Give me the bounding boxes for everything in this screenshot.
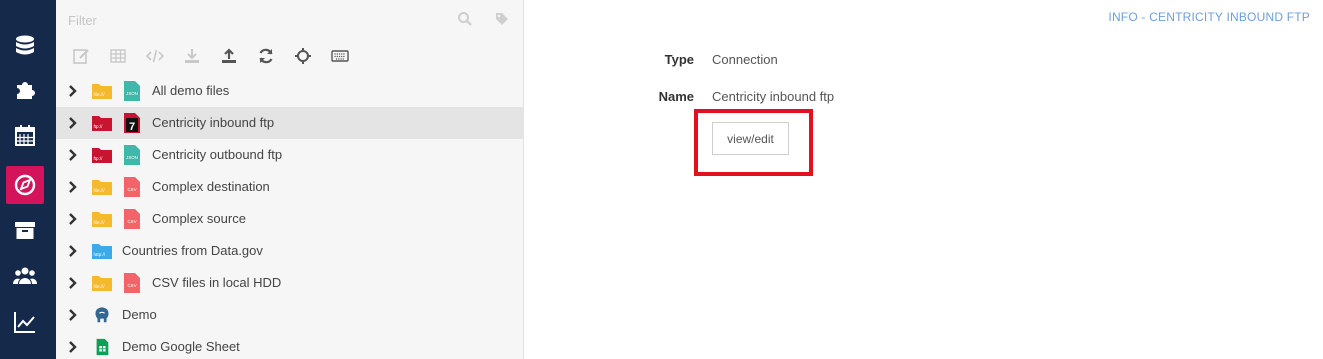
- nav-calendar[interactable]: [6, 116, 44, 154]
- svg-text:file:///: file:///: [94, 188, 106, 193]
- tree-row-label: Centricity outbound ftp: [152, 147, 283, 162]
- connections-panel: file:/// JSON All demo files ftp:// 7 Centric…: [56, 0, 524, 359]
- folder-file-icon: file:///: [92, 180, 112, 195]
- chart-line-icon: [14, 312, 35, 333]
- hl7-file-icon: 7: [124, 113, 140, 133]
- tree-row-label: Complex destination: [152, 179, 270, 194]
- tree-row[interactable]: file:/// JSON All demo files: [56, 75, 524, 107]
- tree-row[interactable]: ftp:// 7 Centricity inbound ftp: [56, 107, 524, 139]
- chevron-right-icon[interactable]: [66, 84, 80, 98]
- svg-text:file:///: file:///: [94, 220, 106, 225]
- tree-row[interactable]: ftp:// JSON Centricity outbound ftp: [56, 139, 524, 171]
- svg-text:CSV: CSV: [127, 283, 136, 288]
- edit-button[interactable]: [70, 45, 92, 67]
- tree-row-label: Demo: [122, 307, 157, 322]
- chevron-right-icon[interactable]: [66, 148, 80, 162]
- svg-text:ftp://: ftp://: [94, 156, 104, 161]
- code-button[interactable]: [144, 45, 166, 67]
- chevron-right-icon[interactable]: [66, 276, 80, 290]
- svg-text:7: 7: [129, 121, 135, 133]
- folder-http-icon: http://: [92, 244, 112, 259]
- chevron-right-icon[interactable]: [66, 180, 80, 194]
- csv-file-icon: CSV: [124, 177, 140, 197]
- svg-text:JSON: JSON: [126, 91, 138, 96]
- upload-icon: [222, 48, 236, 63]
- svg-text:file:///: file:///: [94, 284, 106, 289]
- calendar-icon: [15, 125, 35, 146]
- tree-row-label: Countries from Data.gov: [122, 243, 263, 258]
- tree-row[interactable]: Demo Google Sheet: [56, 331, 524, 359]
- postgres-icon: [95, 307, 109, 323]
- svg-text:CSV: CSV: [127, 219, 136, 224]
- svg-text:CSV: CSV: [127, 187, 136, 192]
- highlight-box: [694, 109, 813, 176]
- filter-input[interactable]: [68, 10, 488, 30]
- grid-button[interactable]: [107, 45, 129, 67]
- keyboard-icon: [331, 50, 349, 62]
- tree-row-label: Centricity inbound ftp: [152, 115, 275, 130]
- puzzle-icon: [17, 82, 35, 99]
- nav-analytics[interactable]: [6, 303, 44, 341]
- archive-icon: [15, 222, 35, 239]
- svg-text:JSON: JSON: [126, 155, 138, 160]
- compass-icon: [14, 174, 36, 196]
- search-icon[interactable]: [457, 11, 473, 27]
- folder-file-icon: file:///: [92, 84, 112, 99]
- type-value: Connection: [712, 52, 778, 67]
- type-label: Type: [664, 52, 694, 67]
- keyboard-button[interactable]: [329, 45, 351, 67]
- name-value: Centricity inbound ftp: [712, 89, 835, 104]
- svg-text:ftp://: ftp://: [94, 124, 104, 129]
- nav-archive[interactable]: [6, 211, 44, 249]
- chevron-right-icon[interactable]: [66, 212, 80, 226]
- json-file-icon: JSON: [124, 145, 140, 165]
- tree-row[interactable]: file:/// CSV Complex destination: [56, 171, 524, 203]
- tree-row[interactable]: http:// Countries from Data.gov: [56, 235, 524, 267]
- info-header-link[interactable]: INFO - CENTRICITY INBOUND FTP: [1108, 10, 1310, 24]
- tag-icon[interactable]: [494, 11, 510, 27]
- svg-text:http://: http://: [94, 252, 106, 257]
- google-sheet-icon: [96, 338, 109, 356]
- tree-row-label: Demo Google Sheet: [122, 339, 240, 354]
- download-icon: [185, 49, 199, 63]
- database-icon: [16, 35, 34, 55]
- folder-ftp-icon: ftp://: [92, 148, 112, 163]
- tree-row[interactable]: file:/// CSV Complex source: [56, 203, 524, 235]
- csv-file-icon: CSV: [124, 273, 140, 293]
- folder-file-icon: file:///: [92, 276, 112, 291]
- tree-row[interactable]: Demo: [56, 299, 524, 331]
- download-button[interactable]: [181, 45, 203, 67]
- code-icon: [146, 49, 164, 63]
- nav-plugins[interactable]: [6, 70, 44, 108]
- tree-row[interactable]: file:/// CSV CSV files in local HDD: [56, 267, 524, 299]
- refresh-button[interactable]: [255, 45, 277, 67]
- connection-tree: file:/// JSON All demo files ftp:// 7 Centric…: [56, 75, 524, 359]
- tree-row-label: All demo files: [152, 83, 230, 98]
- nav-rail: [0, 0, 56, 359]
- json-file-icon: JSON: [124, 81, 140, 101]
- chevron-right-icon[interactable]: [66, 340, 80, 354]
- locate-button[interactable]: [292, 45, 314, 67]
- name-label: Name: [658, 89, 694, 104]
- crosshair-icon: [295, 48, 311, 64]
- chevron-right-icon[interactable]: [66, 116, 80, 130]
- users-icon: [12, 267, 38, 284]
- refresh-icon: [259, 48, 273, 64]
- toolbar: [70, 45, 366, 67]
- edit-icon: [73, 49, 89, 64]
- chevron-right-icon[interactable]: [66, 308, 80, 322]
- grid-icon: [110, 49, 126, 63]
- folder-ftp-icon: ftp://: [92, 116, 112, 131]
- chevron-right-icon[interactable]: [66, 244, 80, 258]
- nav-users[interactable]: [6, 257, 44, 295]
- upload-button[interactable]: [218, 45, 240, 67]
- tree-row-label: Complex source: [152, 211, 246, 226]
- nav-database[interactable]: [6, 27, 44, 65]
- csv-file-icon: CSV: [124, 209, 140, 229]
- folder-file-icon: file:///: [92, 212, 112, 227]
- nav-explore[interactable]: [6, 166, 44, 204]
- svg-text:file:///: file:///: [94, 92, 106, 97]
- tree-row-label: CSV files in local HDD: [152, 275, 282, 290]
